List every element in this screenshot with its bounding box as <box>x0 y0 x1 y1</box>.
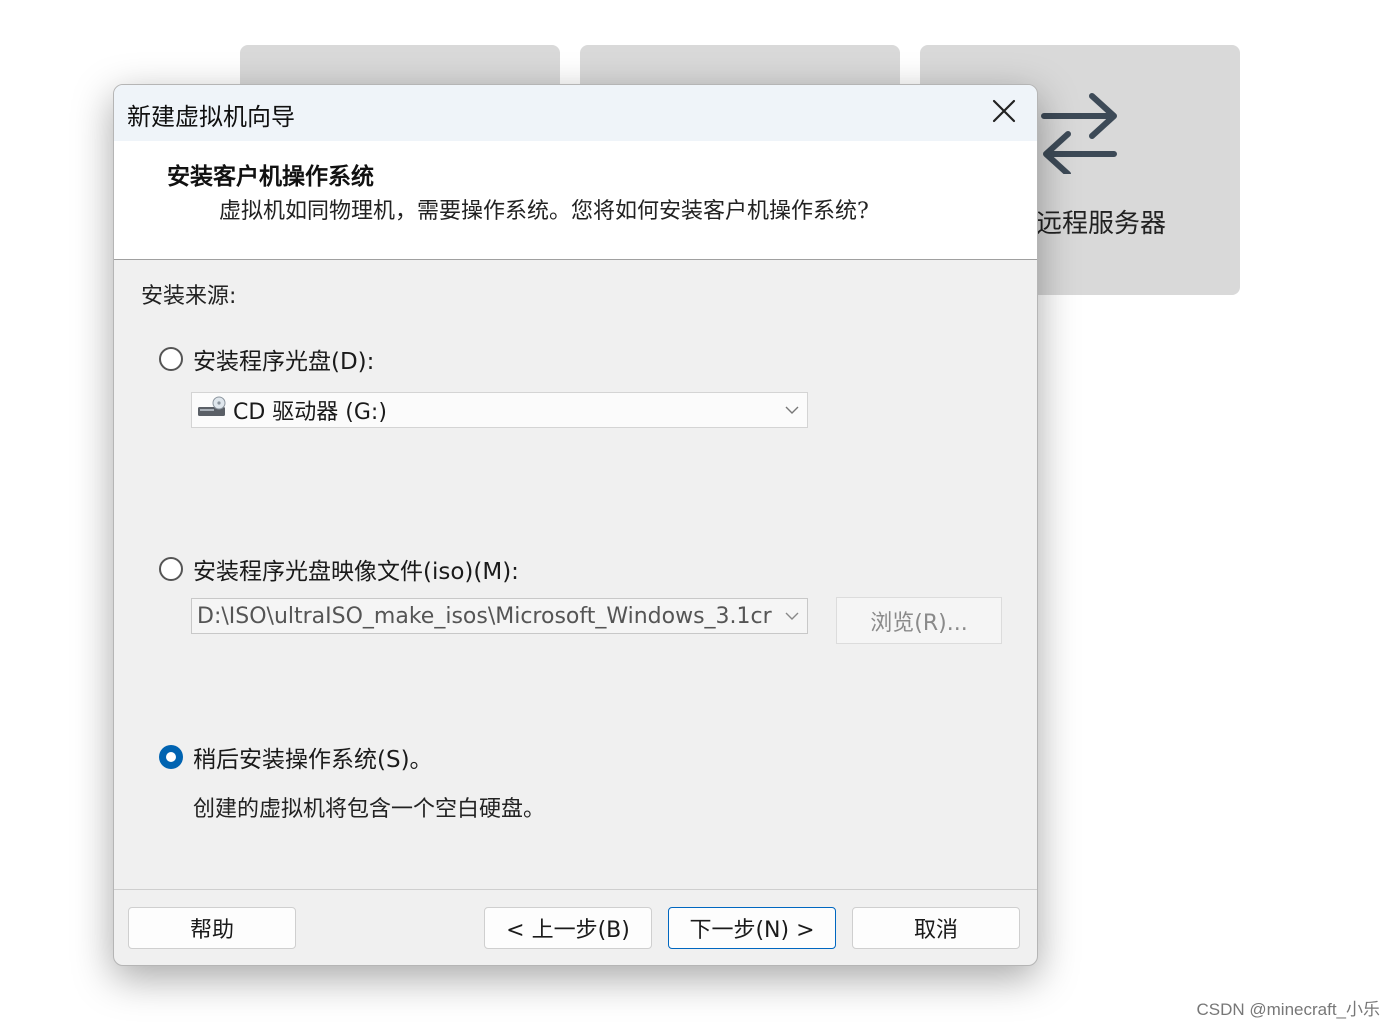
cancel-button[interactable]: 取消 <box>852 907 1020 949</box>
iso-path-input[interactable]: D:\ISO\ultraISO_make_isos\Microsoft_Wind… <box>191 598 808 634</box>
radio-install-iso[interactable]: 安装程序光盘映像文件(iso)(M): <box>159 552 519 586</box>
browse-button[interactable]: 浏览(R)... <box>836 597 1002 644</box>
dialog-title: 新建虚拟机向导 <box>127 103 295 131</box>
radio-button[interactable] <box>159 347 183 371</box>
drive-select[interactable]: CD 驱动器 (G:) <box>191 392 808 428</box>
close-icon <box>992 99 1016 127</box>
radio-install-iso-label: 安装程序光盘映像文件(iso)(M): <box>193 559 519 585</box>
new-vm-wizard-dialog: 新建虚拟机向导 安装客户机操作系统 虚拟机如同物理机，需要操作系统。您将如何安装… <box>113 84 1038 966</box>
next-button[interactable]: 下一步(N) > <box>668 907 836 949</box>
wizard-header: 安装客户机操作系统 虚拟机如同物理机，需要操作系统。您将如何安装客户机操作系统? <box>114 141 1037 260</box>
install-source-label: 安装来源: <box>141 284 237 309</box>
radio-install-later-label: 稍后安装操作系统(S)。 <box>193 747 433 773</box>
wizard-step-title: 安装客户机操作系统 <box>167 163 374 190</box>
footer-divider <box>114 889 1037 890</box>
chevron-down-icon[interactable] <box>777 393 807 427</box>
wizard-step-subtitle: 虚拟机如同物理机，需要操作系统。您将如何安装客户机操作系统? <box>219 199 869 224</box>
drive-select-value: CD 驱动器 (G:) <box>233 400 387 425</box>
background-heading-fragment: ▀▀ ▀▀ ▀▀▀ ▀▀ ▀▀ ▀ <box>420 0 1060 6</box>
radio-install-disc-label: 安装程序光盘(D): <box>193 349 375 375</box>
radio-button[interactable] <box>159 557 183 581</box>
iso-path-value[interactable]: D:\ISO\ultraISO_make_isos\Microsoft_Wind… <box>192 604 777 629</box>
help-button[interactable]: 帮助 <box>128 907 296 949</box>
back-button[interactable]: < 上一步(B) <box>484 907 652 949</box>
watermark: CSDN @minecraft_小乐 <box>1196 1000 1380 1019</box>
chevron-down-icon[interactable] <box>777 599 807 633</box>
radio-button-selected[interactable] <box>159 745 183 769</box>
dialog-titlebar[interactable]: 新建虚拟机向导 <box>114 85 1037 141</box>
radio-install-disc[interactable]: 安装程序光盘(D): <box>159 342 374 376</box>
swap-arrows-icon <box>1040 90 1120 178</box>
radio-install-later[interactable]: 稍后安装操作系统(S)。 <box>159 740 433 774</box>
install-later-description: 创建的虚拟机将包含一个空白硬盘。 <box>193 797 546 822</box>
close-button[interactable] <box>981 91 1027 135</box>
optical-drive-icon <box>197 396 227 424</box>
